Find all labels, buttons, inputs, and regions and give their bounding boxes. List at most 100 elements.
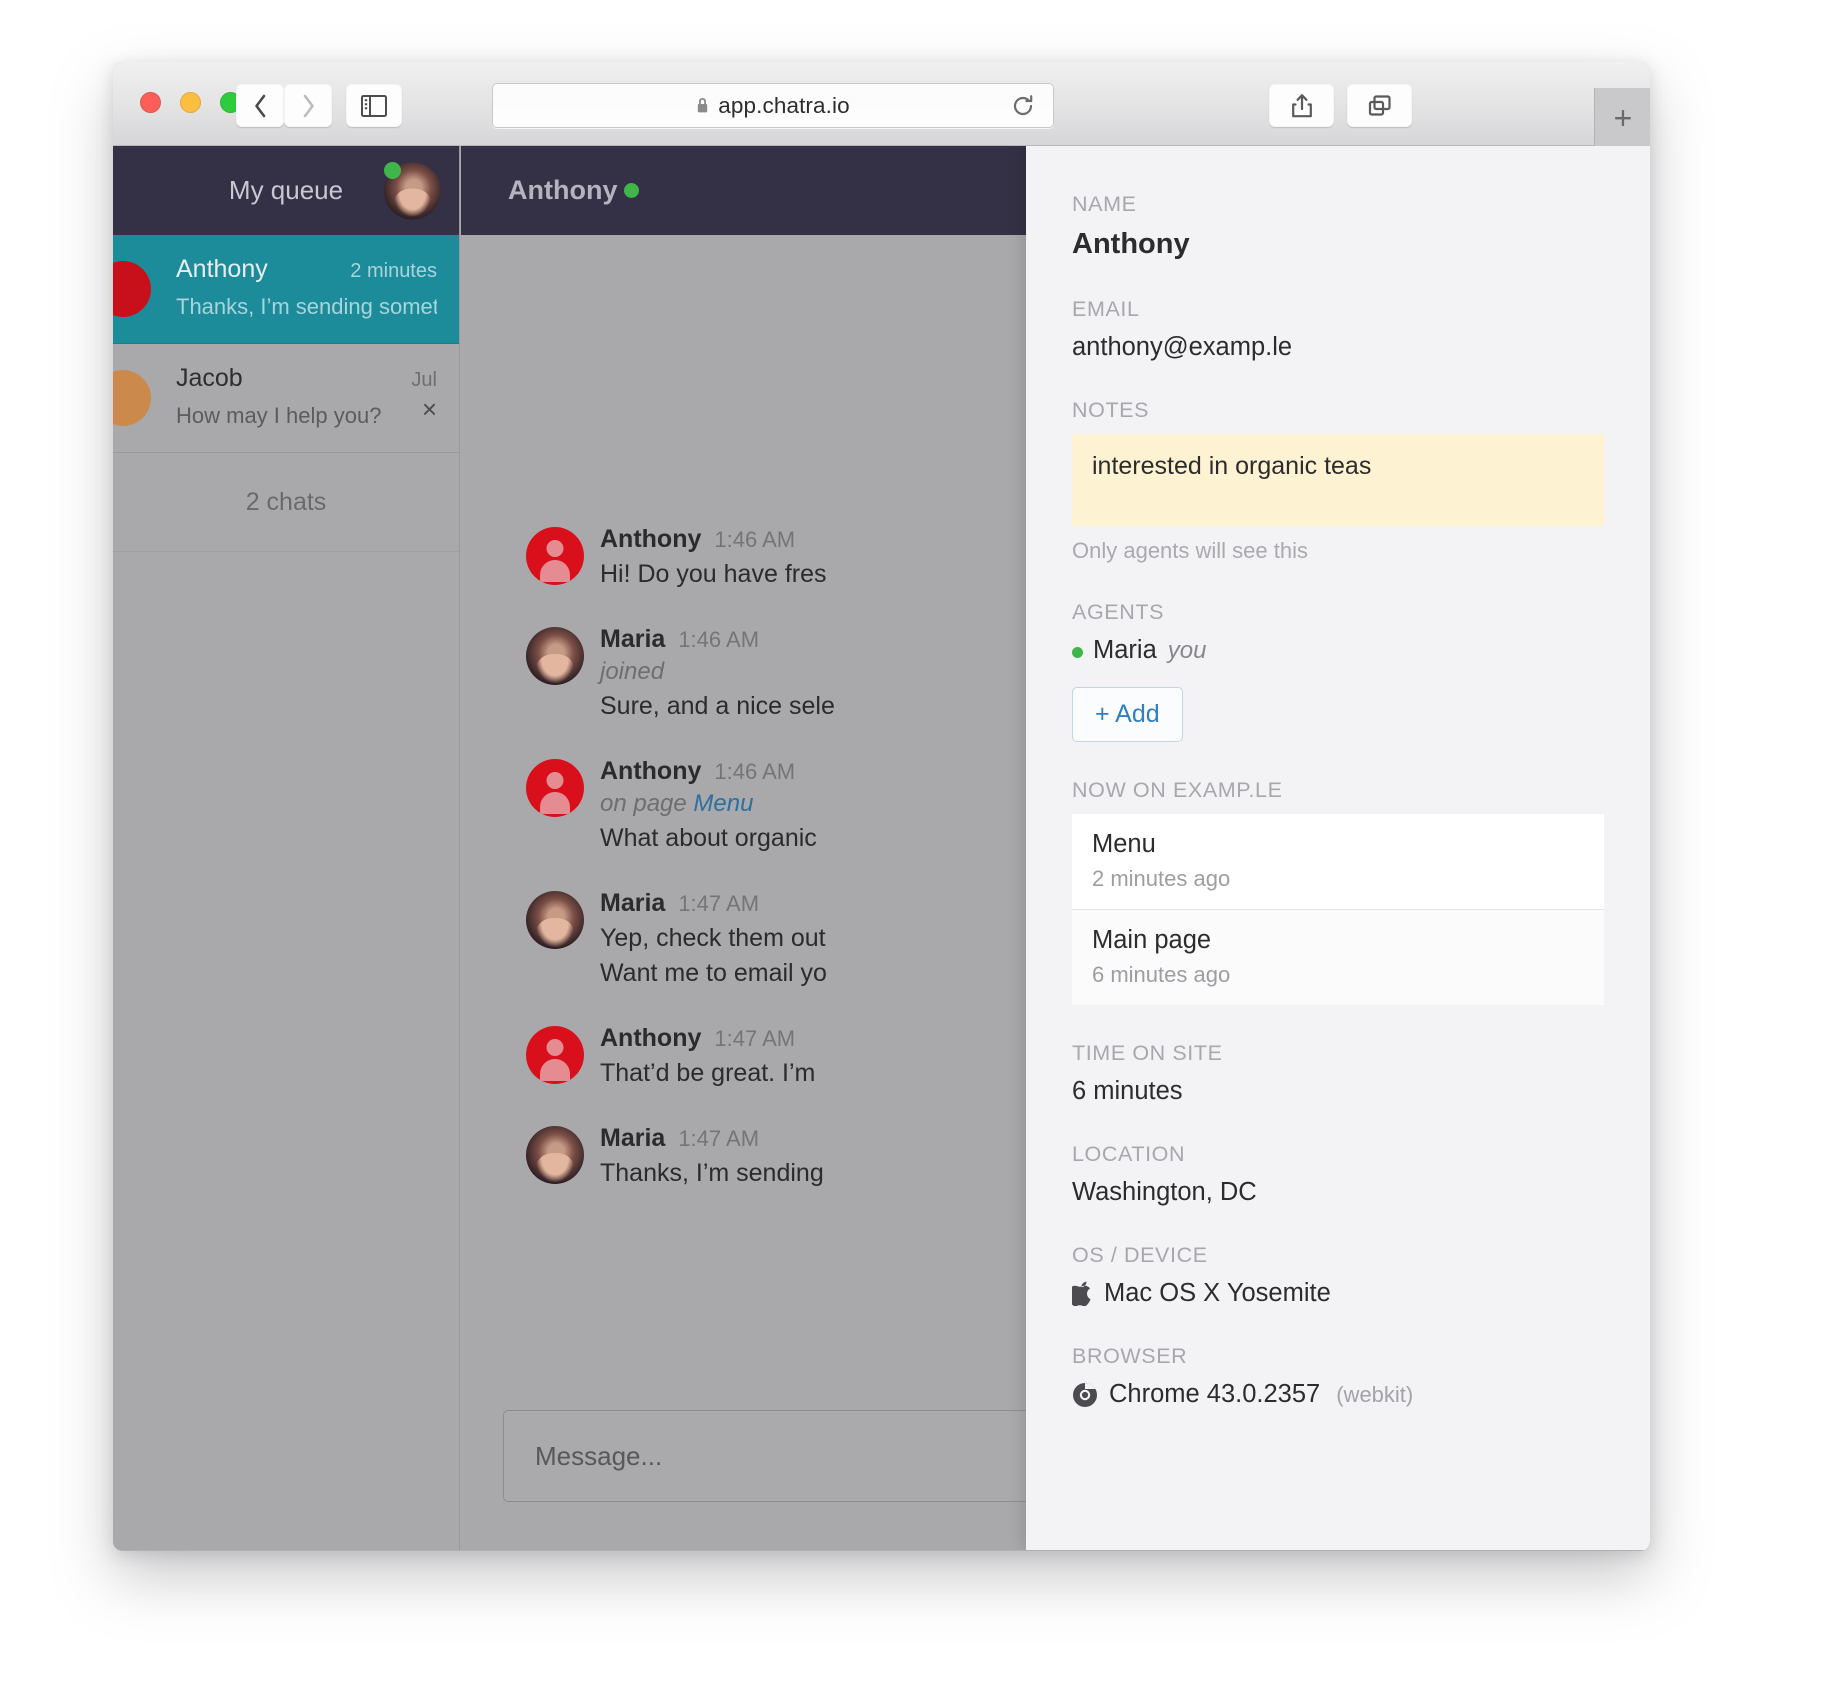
list-item-top: Jacob Jul xyxy=(176,364,437,393)
on-page-text: on page xyxy=(600,790,694,817)
message-input-placeholder: Message... xyxy=(535,1440,663,1471)
queue-panel: My queue Anthony 2 minutes Thanks, I’m s… xyxy=(113,146,460,1550)
apple-icon xyxy=(1072,1281,1091,1306)
reload-icon xyxy=(1013,94,1033,115)
detail-label-notes: NOTES xyxy=(1072,398,1150,422)
list-item[interactable]: Jacob Jul How may I help you? × xyxy=(113,344,459,453)
share-icon xyxy=(1291,93,1312,117)
list-item-top: Anthony 2 minutes xyxy=(176,255,437,284)
queue-count-label: 2 chats xyxy=(113,453,459,552)
page-timestamp: 6 minutes ago xyxy=(1092,962,1231,987)
notes-input[interactable]: interested in organic teas xyxy=(1072,434,1604,526)
detail-location-group: LOCATION Washington, DC xyxy=(1072,1142,1604,1207)
agent-you-label: you xyxy=(1167,637,1207,664)
detail-value-os: Mac OS X Yosemite xyxy=(1104,1279,1331,1307)
window-controls xyxy=(140,92,241,113)
page-title: Anthony xyxy=(508,175,618,205)
list-item[interactable]: Menu 2 minutes ago xyxy=(1072,814,1604,910)
detail-label-agents: AGENTS xyxy=(1072,600,1165,624)
list-item[interactable]: Anthony 2 minutes Thanks, I’m sending so… xyxy=(113,235,459,344)
queue-header: My queue xyxy=(113,146,459,235)
close-window-button[interactable] xyxy=(140,92,161,113)
status-badge xyxy=(624,183,640,198)
chevron-right-icon xyxy=(303,94,314,117)
back-button[interactable] xyxy=(236,84,284,127)
show-all-tabs-icon xyxy=(1368,94,1391,116)
queue-title: My queue xyxy=(228,175,344,205)
message-author: Anthony xyxy=(600,525,702,553)
visited-pages-list: Menu 2 minutes ago Main page 6 minutes a… xyxy=(1072,814,1604,1005)
detail-agents-group: AGENTS Maria you + Add xyxy=(1072,600,1604,742)
message-time: 1:47 AM xyxy=(678,891,760,916)
detail-now-on-group: NOW ON EXAMP.LE Menu 2 minutes ago Main … xyxy=(1072,778,1604,1005)
page-name: Menu xyxy=(1092,830,1156,858)
detail-label-now-on: NOW ON EXAMP.LE xyxy=(1072,778,1283,802)
visitor-details-panel: NAME Anthony EMAIL anthony@examp.le NOTE… xyxy=(1026,146,1650,1550)
avatar xyxy=(526,759,584,817)
avatar xyxy=(526,1126,584,1184)
detail-value-location: Washington, DC xyxy=(1072,1178,1257,1206)
detail-value-browser: Chrome 43.0.2357 xyxy=(1109,1380,1321,1408)
detail-value-browser-row: Chrome 43.0.2357 (webkit) xyxy=(1072,1380,1604,1409)
avatar xyxy=(526,527,584,585)
share-button[interactable] xyxy=(1269,84,1334,127)
page-timestamp: 2 minutes ago xyxy=(1092,866,1231,891)
show-all-tabs-button[interactable] xyxy=(1347,84,1412,127)
sidebar-toggle-icon xyxy=(361,94,387,117)
agent-name: Maria xyxy=(1093,636,1157,664)
detail-name-group: NAME Anthony xyxy=(1072,192,1604,261)
list-item[interactable]: Main page 6 minutes ago xyxy=(1072,910,1604,1005)
detail-notes-group: NOTES interested in organic teas Only ag… xyxy=(1072,398,1604,564)
list-item-name: Anthony xyxy=(176,255,268,283)
detail-os-group: OS / DEVICE Mac OS X Yosemite xyxy=(1072,1243,1604,1308)
message-time: 1:46 AM xyxy=(714,527,796,552)
message-time: 1:46 AM xyxy=(678,627,760,652)
browser-toolbar: app.chatra.io + xyxy=(113,62,1650,147)
list-item-preview: Thanks, I’m sending somet… xyxy=(176,294,437,319)
page-name: Main page xyxy=(1092,926,1212,954)
browser-engine-label: (webkit) xyxy=(1336,1381,1414,1407)
list-item-preview: How may I help you? xyxy=(176,403,382,428)
forward-button[interactable] xyxy=(284,84,332,127)
detail-label-os: OS / DEVICE xyxy=(1072,1243,1208,1267)
detail-value-name[interactable]: Anthony xyxy=(1072,228,1604,261)
page-link[interactable]: Menu xyxy=(693,790,753,817)
chevron-left-icon xyxy=(254,94,265,117)
list-item-name: Jacob xyxy=(176,364,243,392)
reload-button[interactable] xyxy=(1010,93,1036,119)
avatar xyxy=(113,370,151,426)
message-author: Anthony xyxy=(600,1024,702,1052)
chrome-icon xyxy=(1073,1382,1097,1407)
add-agent-button[interactable]: + Add xyxy=(1072,687,1183,742)
chatra-app: My queue Anthony 2 minutes Thanks, I’m s… xyxy=(113,146,1650,1550)
url-text: app.chatra.io xyxy=(718,92,850,118)
detail-value-email[interactable]: anthony@examp.le xyxy=(1072,333,1604,362)
screenshot-root: app.chatra.io + My queue Anthony 2 minut… xyxy=(0,0,1824,1698)
detail-label-browser: BROWSER xyxy=(1072,1344,1188,1368)
agent-row: Maria you xyxy=(1072,636,1604,665)
detail-label-time-on-site: TIME ON SITE xyxy=(1072,1041,1223,1065)
close-icon[interactable]: × xyxy=(422,396,437,422)
list-item-time: 2 minutes xyxy=(350,260,437,282)
detail-value-time-on-site: 6 minutes xyxy=(1072,1077,1183,1105)
address-bar-content: app.chatra.io xyxy=(696,92,850,119)
avatar xyxy=(526,1026,584,1084)
detail-time-on-site-group: TIME ON SITE 6 minutes xyxy=(1072,1041,1604,1106)
new-tab-button[interactable]: + xyxy=(1594,88,1650,147)
detail-value-os-row: Mac OS X Yosemite xyxy=(1072,1279,1604,1308)
detail-label-location: LOCATION xyxy=(1072,1142,1186,1166)
address-bar[interactable]: app.chatra.io xyxy=(492,83,1054,128)
detail-email-group: EMAIL anthony@examp.le xyxy=(1072,297,1604,362)
message-author: Maria xyxy=(600,889,666,917)
browser-window: app.chatra.io + My queue Anthony 2 minut… xyxy=(113,62,1650,1551)
avatar xyxy=(526,891,584,949)
message-author: Maria xyxy=(600,625,666,653)
detail-label-email: EMAIL xyxy=(1072,297,1140,321)
minimize-window-button[interactable] xyxy=(180,92,201,113)
avatar xyxy=(113,261,151,317)
message-time: 1:47 AM xyxy=(678,1126,760,1151)
detail-label-name: NAME xyxy=(1072,192,1137,216)
avatar xyxy=(526,627,584,685)
sidebar-toggle-button[interactable] xyxy=(346,84,402,127)
list-item-time: Jul xyxy=(411,369,437,391)
